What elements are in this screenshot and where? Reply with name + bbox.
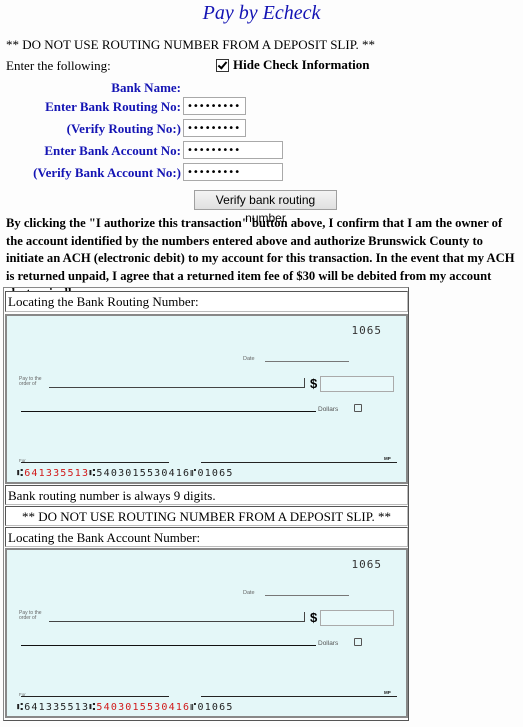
routing-number-input[interactable]: ••••••••• <box>183 97 246 115</box>
date-label: Date <box>243 356 255 362</box>
micr-check-number: 01065 <box>197 468 234 479</box>
micr-account-number: 5403015530416 <box>96 468 191 479</box>
micr-routing-number-highlighted: 641335513 <box>24 468 90 479</box>
date-line <box>265 595 349 596</box>
hide-check-info-checkbox[interactable] <box>216 58 229 72</box>
account-number-label: Enter Bank Account No: <box>44 143 181 158</box>
micr-check-number: 01065 <box>197 702 234 713</box>
date-label: Date <box>243 590 255 596</box>
dollar-sign: $ <box>310 376 318 391</box>
order-of-label: order of <box>19 615 37 621</box>
deposit-slip-warning: ** DO NOT USE ROUTING NUMBER FROM A DEPO… <box>6 37 375 52</box>
amount-box <box>320 376 394 392</box>
verify-account-input[interactable]: ••••••••• <box>183 163 283 181</box>
micr-account-number-highlighted: 5403015530416 <box>96 702 191 713</box>
signature-line <box>201 696 397 697</box>
date-line <box>265 361 349 362</box>
account-heading: Locating the Bank Account Number: <box>5 527 408 547</box>
routing-number-label: Enter Bank Routing No: <box>45 99 181 114</box>
enter-following-label: Enter the following: <box>6 58 111 73</box>
routing-heading: Locating the Bank Routing Number: <box>5 291 408 312</box>
for-label: For <box>19 692 26 697</box>
routing-note: Bank routing number is always 9 digits. <box>5 485 408 505</box>
order-of-label: order of <box>19 381 37 387</box>
micr-line: ⑆641335513⑆5403015530416⑈01065 <box>17 468 234 479</box>
micr-routing-number: 641335513 <box>24 702 90 713</box>
check-number: 1065 <box>351 324 382 337</box>
payee-line <box>49 387 305 388</box>
dollars-label: Dollars <box>318 640 339 647</box>
lock-icon <box>354 638 362 646</box>
lock-icon <box>354 404 362 412</box>
dollar-sign: $ <box>310 610 318 625</box>
signature-mark: MP <box>384 456 391 461</box>
dollars-label: Dollars <box>318 406 339 413</box>
signature-line <box>201 462 397 463</box>
hide-check-info-label: Hide Check Information <box>233 57 370 72</box>
check-image-routing: 1065 Date Pay to the order of $ Dollars … <box>5 314 408 484</box>
amount-box <box>320 610 394 626</box>
payee-line-end <box>304 612 305 622</box>
signature-mark: MP <box>384 690 391 695</box>
check-image-account: 1065 Date Pay to the order of $ Dollars … <box>5 548 408 718</box>
account-number-input[interactable]: ••••••••• <box>183 141 283 159</box>
verify-routing-label: (Verify Routing No:) <box>66 121 181 136</box>
memo-line <box>21 462 169 463</box>
for-label: For <box>19 458 26 463</box>
amount-words-line <box>21 411 316 412</box>
amount-words-line <box>21 645 316 646</box>
micr-line: ⑆641335513⑆5403015530416⑈01065 <box>17 702 234 713</box>
hide-check-info-toggle[interactable]: Hide Check Information <box>216 57 370 73</box>
bank-name-label: Bank Name: <box>111 80 181 95</box>
verify-routing-input[interactable]: ••••••••• <box>183 119 246 137</box>
verify-account-label: (Verify Bank Account No:) <box>33 165 181 180</box>
check-number: 1065 <box>351 558 382 571</box>
payee-line <box>49 621 305 622</box>
page-title: Pay by Echeck <box>202 2 321 24</box>
verify-routing-button[interactable]: Verify bank routing number <box>194 190 337 225</box>
deposit-slip-warning-table: ** DO NOT USE ROUTING NUMBER FROM A DEPO… <box>5 506 408 526</box>
memo-line <box>21 696 169 697</box>
payee-line-end <box>304 378 305 388</box>
